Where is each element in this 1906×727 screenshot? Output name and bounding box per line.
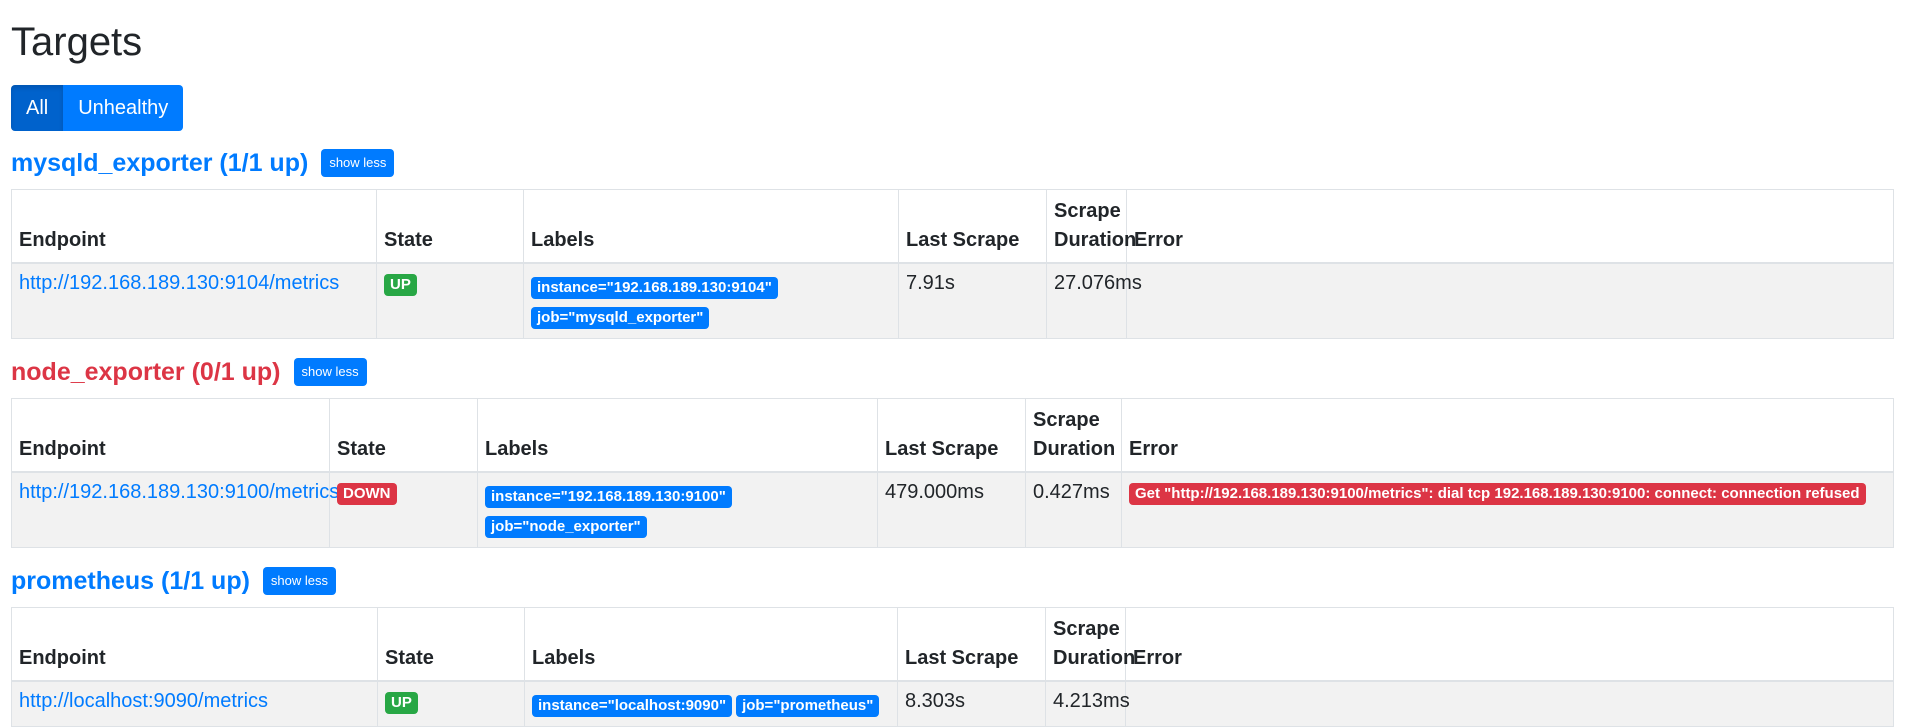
label-badge: instance="192.168.189.130:9104" [531, 277, 778, 299]
column-header-labels: Labels [523, 189, 899, 264]
show-less-button[interactable]: show less [293, 358, 367, 386]
pool-header: mysqld_exporter (1/1 up) show less [11, 145, 1895, 181]
label-badge: job="mysqld_exporter" [531, 307, 710, 329]
table-header-row: Endpoint State Labels Last Scrape Scrape… [11, 398, 1894, 473]
state-cell: UP [376, 262, 524, 339]
labels-cell: instance="192.168.189.130:9104" job="mysq… [523, 262, 899, 339]
show-less-button[interactable]: show less [262, 567, 336, 595]
column-header-labels: Labels [477, 398, 878, 473]
table-row: http://localhost:9090/metrics UP instanc… [11, 680, 1894, 727]
pool-header: prometheus (1/1 up) show less [11, 563, 1895, 599]
scrape-duration-cell: 0.427ms [1025, 471, 1122, 548]
label-badge: job="prometheus" [736, 695, 880, 717]
scrape-duration-cell: 27.076ms [1046, 262, 1142, 339]
endpoint-cell: http://192.168.189.130:9104/metrics [11, 262, 377, 339]
filter-button-group: All Unhealthy [11, 85, 184, 131]
pool-title-link[interactable]: mysqld_exporter (1/1 up) [11, 149, 308, 178]
endpoint-link[interactable]: http://localhost:9090/metrics [19, 690, 268, 712]
state-badge: UP [385, 692, 418, 714]
column-header-state: State [329, 398, 478, 473]
endpoint-cell: http://192.168.189.130:9100/metrics [11, 471, 339, 548]
pool-mysqld-exporter: mysqld_exporter (1/1 up) show less Endpo… [11, 145, 1895, 339]
column-header-labels: Labels [524, 607, 898, 682]
column-header-state: State [377, 607, 525, 682]
column-header-endpoint: Endpoint [11, 607, 378, 682]
column-header-error: Error [1125, 607, 1894, 682]
pool-node-exporter: node_exporter (0/1 up) show less Endpoin… [11, 354, 1895, 548]
state-badge: DOWN [337, 483, 397, 505]
targets-table: Endpoint State Labels Last Scrape Scrape… [11, 398, 1894, 548]
table-header-row: Endpoint State Labels Last Scrape Scrape… [11, 607, 1894, 682]
error-badge: Get "http://192.168.189.130:9100/metrics… [1129, 483, 1866, 505]
targets-page: Targets All Unhealthy mysqld_exporter (1… [0, 0, 1906, 727]
state-cell: UP [377, 680, 525, 727]
pool-header: node_exporter (0/1 up) show less [11, 354, 1895, 390]
pool-title-link[interactable]: node_exporter (0/1 up) [11, 358, 281, 387]
column-header-last-scrape: Last Scrape [897, 607, 1046, 682]
column-header-last-scrape: Last Scrape [877, 398, 1026, 473]
label-badge: job="node_exporter" [485, 516, 647, 538]
column-header-scrape-duration: Scrape Duration [1046, 189, 1136, 264]
column-header-error: Error [1126, 189, 1894, 264]
state-cell: DOWN [329, 471, 478, 548]
filter-unhealthy-button[interactable]: Unhealthy [63, 85, 184, 131]
last-scrape-cell: 7.91s [898, 262, 1047, 339]
scrape-duration-cell: 4.213ms [1045, 680, 1130, 727]
last-scrape-cell: 8.303s [897, 680, 1046, 727]
label-badge: instance="localhost:9090" [532, 695, 733, 717]
column-header-endpoint: Endpoint [11, 189, 377, 264]
page-title: Targets [11, 20, 143, 64]
targets-table: Endpoint State Labels Last Scrape Scrape… [11, 189, 1894, 339]
column-header-last-scrape: Last Scrape [898, 189, 1047, 264]
table-header-row: Endpoint State Labels Last Scrape Scrape… [11, 189, 1894, 264]
targets-table: Endpoint State Labels Last Scrape Scrape… [11, 607, 1894, 727]
endpoint-link[interactable]: http://192.168.189.130:9104/metrics [19, 272, 339, 294]
column-header-state: State [376, 189, 524, 264]
endpoint-link[interactable]: http://192.168.189.130:9100/metrics [19, 481, 339, 503]
error-cell [1125, 680, 1894, 727]
show-less-button[interactable]: show less [321, 149, 395, 177]
table-row: http://192.168.189.130:9100/metrics DOWN… [11, 471, 1894, 548]
labels-cell: instance="localhost:9090" job="prometheus… [524, 680, 898, 727]
error-cell: Get "http://192.168.189.130:9100/metrics… [1121, 471, 1894, 548]
column-header-scrape-duration: Scrape Duration [1045, 607, 1135, 682]
pool-title-link[interactable]: prometheus (1/1 up) [11, 567, 250, 596]
column-header-error: Error [1121, 398, 1894, 473]
pool-prometheus: prometheus (1/1 up) show less Endpoint S… [11, 563, 1895, 727]
table-row: http://192.168.189.130:9104/metrics UP i… [11, 262, 1894, 339]
column-header-endpoint: Endpoint [11, 398, 330, 473]
last-scrape-cell: 479.000ms [877, 471, 1026, 548]
label-badge: instance="192.168.189.130:9100" [485, 486, 732, 508]
labels-cell: instance="192.168.189.130:9100" job="node… [477, 471, 878, 548]
state-badge: UP [384, 274, 417, 296]
column-header-scrape-duration: Scrape Duration [1025, 398, 1122, 473]
error-cell [1126, 262, 1894, 339]
endpoint-cell: http://localhost:9090/metrics [11, 680, 378, 727]
filter-all-button[interactable]: All [11, 85, 64, 131]
